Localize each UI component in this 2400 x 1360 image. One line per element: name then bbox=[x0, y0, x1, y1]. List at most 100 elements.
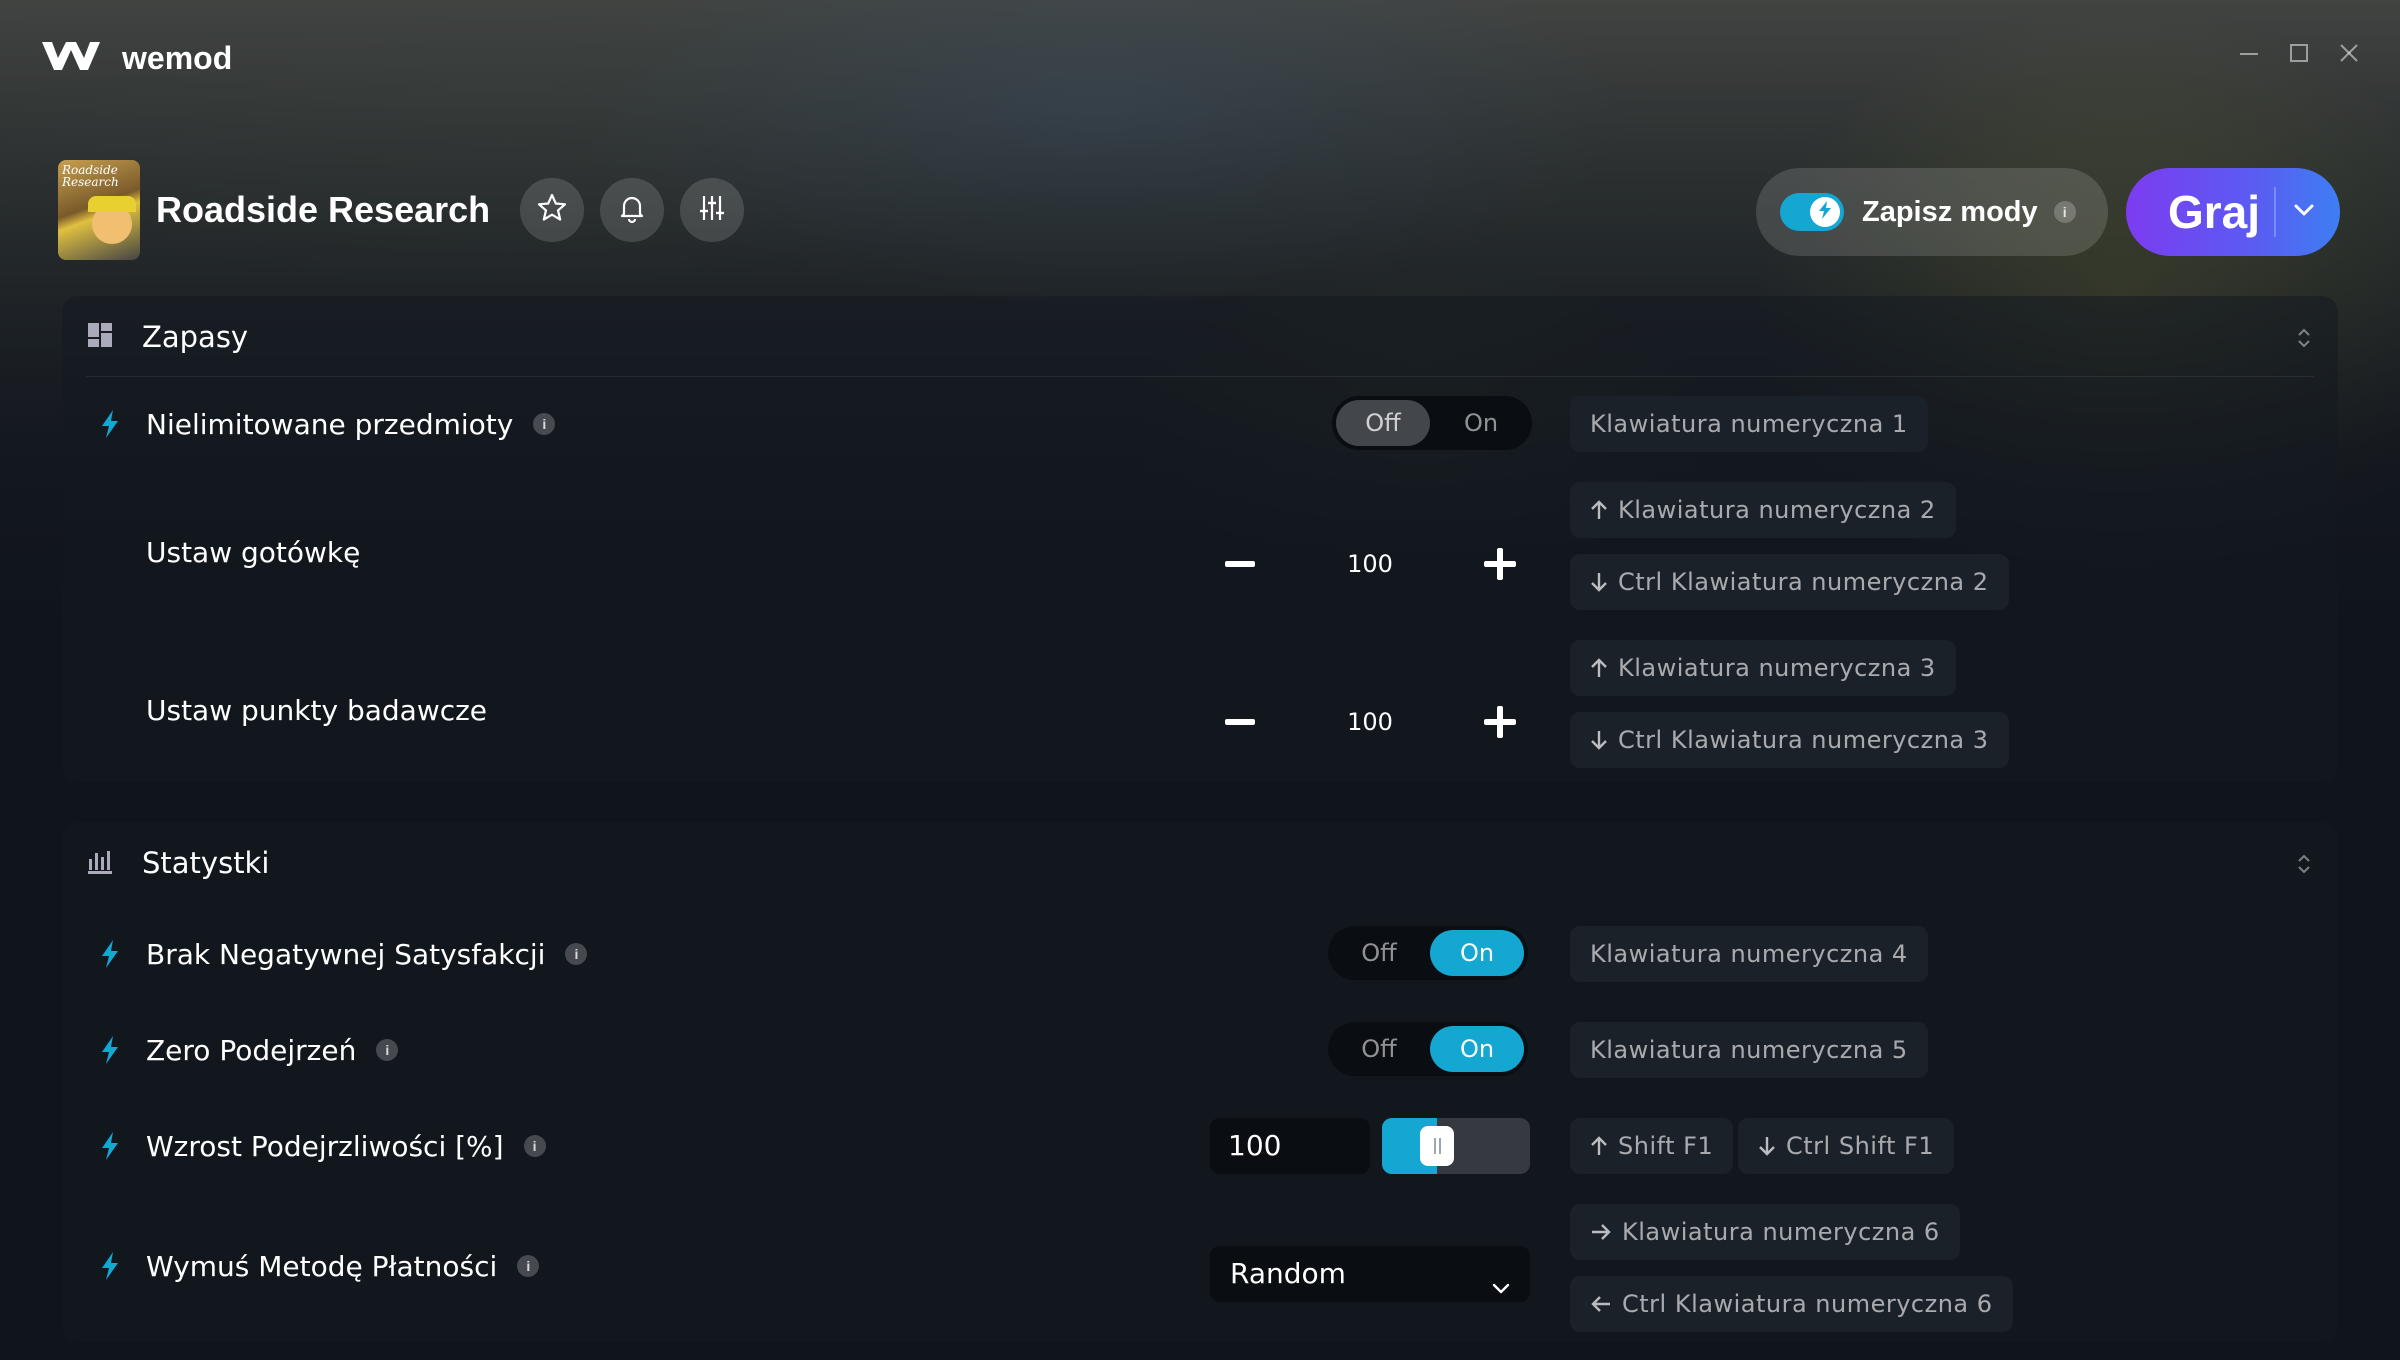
play-label: Graj bbox=[2168, 186, 2261, 238]
toggle-off-option[interactable]: Off bbox=[1332, 1026, 1426, 1072]
play-divider bbox=[2274, 187, 2277, 237]
value-stepper: 100 bbox=[1210, 534, 1530, 594]
game-thumbnail-logo: Roadside Research bbox=[62, 163, 119, 189]
decrement-button[interactable] bbox=[1210, 692, 1270, 752]
lightning-icon bbox=[92, 1032, 128, 1068]
toggle-off-option[interactable]: Off bbox=[1332, 930, 1426, 976]
payment-method-select[interactable]: Random bbox=[1210, 1246, 1530, 1302]
decrement-button[interactable] bbox=[1210, 534, 1270, 594]
game-title: Roadside Research bbox=[156, 189, 491, 230]
window-controls bbox=[2238, 42, 2360, 64]
hotkey-chip-increase[interactable]: Klawiatura numeryczna 3 bbox=[1570, 640, 1956, 696]
mod-name: Nielimitowane przedmioty bbox=[146, 407, 514, 441]
mod-name: Ustaw gotówkę bbox=[146, 536, 361, 569]
toggle-on-option[interactable]: On bbox=[1430, 930, 1524, 976]
hotkey-label: Ctrl Shift F1 bbox=[1786, 1132, 1935, 1160]
hotkey-chip-next[interactable]: Klawiatura numeryczna 6 bbox=[1570, 1204, 1960, 1260]
increment-button[interactable] bbox=[1470, 534, 1530, 594]
mod-label: Zero Podejrzeń i bbox=[92, 1032, 399, 1068]
hotkey-chip[interactable]: Klawiatura numeryczna 5 bbox=[1570, 1022, 1928, 1078]
bell-icon bbox=[616, 192, 648, 228]
collapse-icon[interactable] bbox=[2294, 326, 2314, 354]
toggle-off-option[interactable]: Off bbox=[1336, 400, 1430, 446]
minimize-icon[interactable] bbox=[2238, 42, 2260, 64]
section-header[interactable]: Zapasy bbox=[86, 320, 248, 354]
hotkey-chip-decrease[interactable]: Ctrl Klawiatura numeryczna 3 bbox=[1570, 712, 2009, 768]
mod-label: Ustaw punkty badawcze bbox=[92, 694, 487, 727]
hotkey-chip-increase[interactable]: Shift F1 bbox=[1570, 1118, 1734, 1174]
favorite-button[interactable] bbox=[520, 178, 585, 242]
hotkey-label: Ctrl Klawiatura numeryczna 6 bbox=[1622, 1290, 1993, 1318]
mod-toggle[interactable]: Off On bbox=[1328, 926, 1528, 980]
section-statystki: Statystki Brak Negatywnej Satysfakcji i … bbox=[62, 822, 2338, 1342]
chevron-down-icon[interactable] bbox=[2292, 202, 2316, 222]
value-slider[interactable] bbox=[1382, 1118, 1530, 1174]
arrow-up-icon bbox=[1590, 1135, 1608, 1157]
mod-name: Zero Podejrzeń bbox=[146, 1033, 357, 1067]
mod-toggle[interactable]: Off On bbox=[1328, 1022, 1528, 1076]
arrow-left-icon bbox=[1590, 1295, 1612, 1313]
arrow-down-icon bbox=[1758, 1135, 1776, 1157]
mod-name: Wymuś Metodę Płatności bbox=[146, 1249, 498, 1283]
slider-thumb[interactable] bbox=[1420, 1126, 1454, 1166]
hotkey-label: Klawiatura numeryczna 4 bbox=[1590, 940, 1908, 968]
lightning-icon bbox=[92, 1128, 128, 1164]
hotkey-chip[interactable]: Klawiatura numeryczna 4 bbox=[1570, 926, 1928, 982]
mod-label: Ustaw gotówkę bbox=[92, 536, 360, 569]
save-mods-control[interactable]: Zapisz mody i bbox=[1756, 168, 2108, 256]
arrow-up-icon bbox=[1590, 499, 1608, 521]
info-icon[interactable]: i bbox=[376, 1039, 399, 1061]
save-mods-toggle[interactable] bbox=[1780, 193, 1844, 231]
mod-row-set-research-points: Ustaw punkty badawcze 100 Klawiatura num… bbox=[62, 640, 2338, 800]
info-icon[interactable]: i bbox=[2053, 201, 2076, 223]
lightning-icon bbox=[92, 936, 128, 972]
arrow-up-icon bbox=[1590, 657, 1608, 679]
game-header: Roadside Research Roadside Research bbox=[58, 160, 760, 260]
toggle-on-option[interactable]: On bbox=[1434, 400, 1528, 446]
sliders-icon bbox=[696, 192, 728, 228]
collapse-icon[interactable] bbox=[2294, 852, 2314, 880]
info-icon[interactable]: i bbox=[523, 1135, 546, 1157]
hotkey-label: Ctrl Klawiatura numeryczna 3 bbox=[1618, 726, 1989, 754]
stepper-value: 100 bbox=[1347, 550, 1393, 578]
hotkey-chip-decrease[interactable]: Ctrl Shift F1 bbox=[1738, 1118, 1955, 1174]
game-thumbnail: Roadside Research bbox=[58, 160, 140, 260]
info-icon[interactable]: i bbox=[565, 943, 588, 965]
brand-name: wemod bbox=[122, 39, 233, 76]
maximize-icon[interactable] bbox=[2288, 42, 2310, 64]
section-divider bbox=[86, 376, 2314, 377]
mod-name: Ustaw punkty badawcze bbox=[146, 694, 488, 727]
save-mods-label: Zapisz mody bbox=[1862, 195, 2038, 228]
section-header[interactable]: Statystki bbox=[86, 846, 269, 880]
arrow-right-icon bbox=[1590, 1223, 1612, 1241]
mod-toggle[interactable]: Off On bbox=[1332, 396, 1532, 450]
mod-row-zero-suspicion: Zero Podejrzeń i Off On Klawiatura numer… bbox=[62, 1022, 2338, 1078]
bar-chart-icon bbox=[86, 847, 114, 879]
notifications-button[interactable] bbox=[600, 178, 665, 242]
lightning-icon bbox=[92, 406, 128, 442]
section-title: Zapasy bbox=[142, 320, 249, 354]
mod-settings-button[interactable] bbox=[680, 178, 745, 242]
hotkey-chip[interactable]: Klawiatura numeryczna 1 bbox=[1570, 396, 1928, 452]
stepper-value: 100 bbox=[1347, 708, 1393, 736]
close-icon[interactable] bbox=[2338, 42, 2360, 64]
toggle-on-option[interactable]: On bbox=[1430, 1026, 1524, 1072]
hotkey-chip-increase[interactable]: Klawiatura numeryczna 2 bbox=[1570, 482, 1956, 538]
section-zapasy: Zapasy Nielimitowane przedmioty i Off On… bbox=[62, 296, 2338, 782]
hotkey-chip-decrease[interactable]: Ctrl Klawiatura numeryczna 2 bbox=[1570, 554, 2009, 610]
wemod-logo-icon bbox=[40, 36, 102, 80]
hotkey-chip-prev[interactable]: Ctrl Klawiatura numeryczna 6 bbox=[1570, 1276, 2013, 1332]
grid-icon bbox=[86, 321, 114, 353]
chevron-down-icon bbox=[1490, 1262, 1512, 1318]
lightning-icon bbox=[92, 1248, 128, 1284]
wemod-app-window: wemod Roadside Research Roadside Researc… bbox=[0, 0, 2400, 1360]
slider-value-input[interactable]: 100 bbox=[1210, 1118, 1370, 1174]
arrow-down-icon bbox=[1590, 729, 1608, 751]
mod-name: Brak Negatywnej Satysfakcji bbox=[146, 937, 546, 971]
info-icon[interactable]: i bbox=[517, 1255, 540, 1277]
increment-button[interactable] bbox=[1470, 692, 1530, 752]
hotkey-label: Klawiatura numeryczna 5 bbox=[1590, 1036, 1908, 1064]
mod-row-force-payment-method: Wymuś Metodę Płatności i Random Klawiatu… bbox=[62, 1204, 2338, 1334]
play-button[interactable]: Graj bbox=[2126, 168, 2340, 256]
info-icon[interactable]: i bbox=[533, 413, 556, 435]
